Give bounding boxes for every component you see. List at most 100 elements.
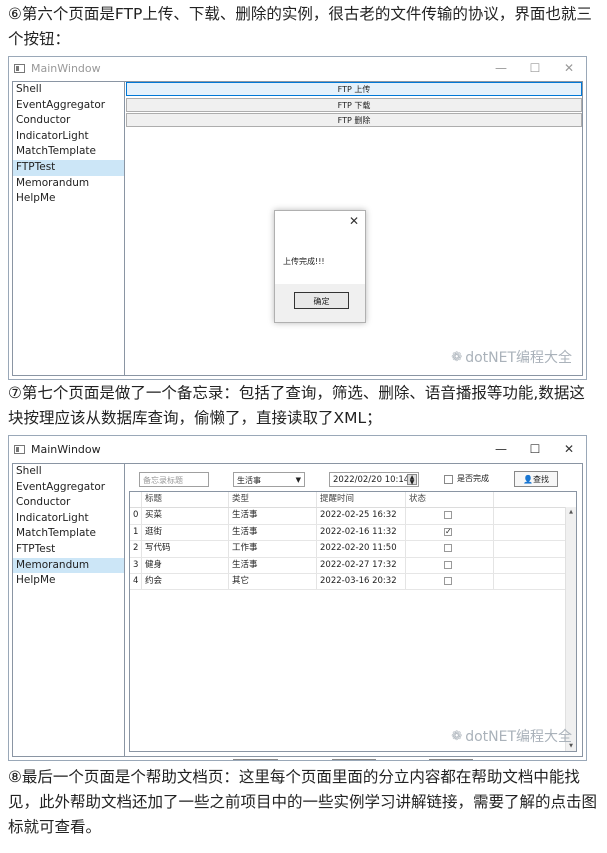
title-search-input[interactable]: 备忘录标题 [139, 472, 209, 487]
memorandum-window-screenshot: MainWindow — ☐ ✕ Shell EventAggregator C… [8, 435, 587, 761]
cell-type: 生活事 [228, 508, 316, 524]
add-button[interactable]: 🗎添加 [332, 759, 376, 760]
app-icon [14, 444, 25, 454]
watermark-text: dotNET编程大全 [465, 729, 572, 745]
cell-type: 生活事 [228, 557, 316, 573]
sidebar-item-conductor[interactable]: Conductor [13, 113, 124, 129]
sidebar-item-shell[interactable]: Shell [13, 464, 124, 480]
status-checkbox[interactable] [444, 544, 452, 553]
column-header-type[interactable]: 类型 [228, 492, 316, 508]
ftp-window-screenshot: MainWindow — ☐ ✕ Shell EventAggregator C… [8, 56, 587, 380]
paragraph-help: ⑧最后一个页面是个帮助文档页：这里每个页面里面的分立内容都在帮助文档中能找见，此… [8, 768, 598, 836]
watermark-text: dotNET编程大全 [465, 350, 572, 366]
table-header: 标题 类型 提醒时间 状态 [130, 492, 576, 509]
title-bar: MainWindow — ☐ ✕ [9, 436, 586, 462]
status-checkbox[interactable]: ✓ [444, 527, 452, 536]
user-icon: 👤 [523, 475, 533, 484]
cell-status [405, 557, 493, 573]
search-button[interactable]: 👤查找 [514, 471, 558, 487]
sidebar-item-matchtemplate[interactable]: MatchTemplate [13, 526, 124, 542]
memorandum-content: 备忘录标题 生活事 ▼ 2022/02/20 10:14 ▲ ▼ 是否完成 👤查找… [126, 464, 582, 760]
type-select-value: 生活事 [237, 476, 261, 485]
close-button[interactable]: ✕ [552, 57, 586, 79]
app-icon [14, 63, 25, 73]
title-bar: MainWindow — ☐ ✕ [9, 57, 586, 79]
wechat-icon: ❁ [451, 728, 463, 744]
sidebar: Shell EventAggregator Conductor Indicato… [13, 82, 125, 375]
spin-icon[interactable]: ▲ ▼ [407, 474, 417, 486]
row-index: 0 [133, 510, 139, 521]
done-checkbox[interactable] [444, 475, 453, 484]
sidebar: Shell EventAggregator Conductor Indicato… [13, 464, 125, 756]
memo-table: 标题 类型 提醒时间 状态 0 买菜 生活事 2022-02-25 16:32 1 逛街生… [129, 491, 577, 752]
date-picker[interactable]: 2022/02/20 10:14 ▲ ▼ [329, 472, 419, 487]
done-label: 是否完成 [457, 474, 489, 483]
wechat-icon: ❁ [451, 349, 463, 365]
cell-time: 2022-02-16 11:32 [316, 524, 405, 541]
paragraph-ftp: ⑥第六个页面是FTP上传、下载、删除的实例，很古老的文件传输的协议，界面也就三个… [8, 5, 592, 48]
vertical-scrollbar[interactable]: ▲ ▼ [565, 507, 576, 751]
sidebar-item-shell[interactable]: Shell [13, 82, 124, 98]
message-dialog: ✕ 上传完成!!! 确定 [274, 210, 366, 323]
column-header-title[interactable]: 标题 [141, 492, 228, 508]
sidebar-item-indicatorlight[interactable]: IndicatorLight [13, 129, 124, 145]
table-row[interactable]: 2 写代码 工作事 2022-02-20 11:50 [130, 541, 576, 558]
sidebar-item-indicatorlight[interactable]: IndicatorLight [13, 511, 124, 527]
type-select[interactable]: 生活事 ▼ [233, 472, 305, 487]
row-index: 2 [133, 543, 139, 554]
column-header-status[interactable]: 状态 [405, 492, 493, 508]
scroll-up-icon[interactable]: ▲ [566, 509, 576, 515]
sidebar-item-helpme[interactable]: HelpMe [13, 573, 124, 589]
sidebar-item-ftptest[interactable]: FTPTest [13, 542, 124, 558]
cell-title: 健身 [141, 557, 228, 573]
ftp-upload-button[interactable]: FTP 上传 [126, 82, 582, 96]
sidebar-item-eventaggregator[interactable]: EventAggregator [13, 480, 124, 496]
cell-status: ✓ [405, 524, 493, 541]
window-title: MainWindow [31, 61, 101, 75]
table-row[interactable]: 4 约会 其它 2022-03-16 20:32 [130, 573, 576, 591]
sidebar-item-conductor[interactable]: Conductor [13, 495, 124, 511]
close-button[interactable]: ✕ [552, 436, 586, 462]
table-row[interactable]: 3 健身 生活事 2022-02-27 17:32 [130, 557, 576, 574]
ftp-delete-button[interactable]: FTP 删除 [126, 113, 582, 127]
cell-status [405, 508, 493, 524]
cell-status [405, 541, 493, 557]
sidebar-item-matchtemplate[interactable]: MatchTemplate [13, 144, 124, 160]
cell-title: 约会 [141, 573, 228, 590]
cell-time: 2022-02-27 17:32 [316, 557, 405, 573]
row-index: 4 [133, 575, 139, 586]
column-header-time[interactable]: 提醒时间 [316, 492, 405, 508]
status-checkbox[interactable] [444, 511, 452, 520]
sidebar-item-eventaggregator[interactable]: EventAggregator [13, 98, 124, 114]
sidebar-item-memorandum[interactable]: Memorandum [13, 176, 124, 192]
cell-title: 逛街 [141, 524, 228, 541]
maximize-button[interactable]: ☐ [518, 436, 552, 462]
dialog-message: 上传完成!!! [283, 257, 325, 266]
ftp-download-button[interactable]: FTP 下载 [126, 97, 582, 112]
cell-type: 生活事 [228, 524, 316, 541]
minimize-button[interactable]: — [484, 436, 518, 462]
table-row[interactable]: 0 买菜 生活事 2022-02-25 16:32 [130, 508, 576, 525]
delete-button[interactable]: 🗑删除 [233, 759, 278, 760]
export-button[interactable]: ⎘导出 [429, 759, 473, 760]
row-index: 1 [133, 526, 139, 537]
maximize-button[interactable]: ☐ [518, 57, 552, 79]
date-value: 2022/02/20 10:14 [333, 475, 410, 485]
sidebar-item-helpme[interactable]: HelpMe [13, 191, 124, 207]
status-checkbox[interactable] [444, 576, 452, 585]
dialog-ok-button[interactable]: 确定 [294, 292, 349, 309]
watermark: ❁ dotNET编程大全 [451, 347, 572, 367]
table-row[interactable]: 1 逛街 生活事 2022-02-16 11:32 ✓ [130, 524, 576, 542]
sidebar-item-ftptest[interactable]: FTPTest [13, 159, 124, 176]
search-label: 查找 [532, 475, 549, 484]
chevron-down-icon: ▼ [295, 476, 301, 484]
status-checkbox[interactable] [444, 560, 452, 569]
cell-type: 工作事 [228, 541, 316, 557]
watermark: ❁ dotNET编程大全 [451, 726, 572, 746]
minimize-button[interactable]: — [484, 57, 518, 79]
sidebar-item-memorandum[interactable]: Memorandum [13, 557, 124, 574]
dialog-close-icon[interactable]: ✕ [349, 214, 359, 228]
cell-time: 2022-03-16 20:32 [316, 573, 405, 590]
window-title: MainWindow [31, 442, 101, 456]
cell-status [405, 573, 493, 590]
